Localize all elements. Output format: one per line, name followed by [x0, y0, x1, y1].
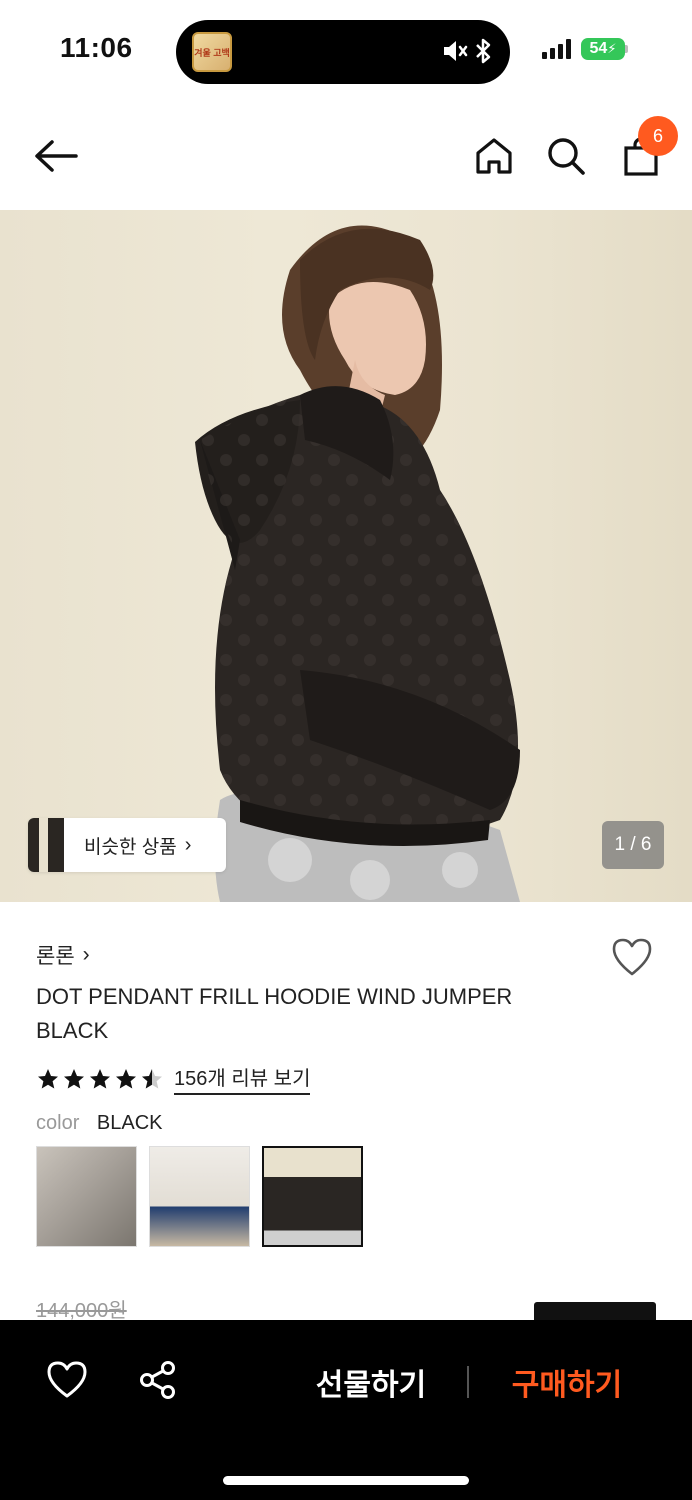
bottom-action-bar: 선물하기 구매하기 [0, 1320, 692, 1500]
chevron-right-icon: › [82, 943, 90, 966]
cart-count-badge: 6 [638, 116, 678, 156]
arrow-left-icon[interactable] [30, 136, 82, 176]
speaker-icon [444, 41, 468, 61]
color-swatch-white[interactable] [149, 1146, 250, 1247]
product-image-carousel[interactable]: 비슷한 상품 › 1 / 6 [0, 210, 692, 902]
similar-products-label: 비슷한 상품 [84, 836, 177, 858]
heart-icon[interactable] [610, 936, 654, 978]
battery-level: 54 [589, 40, 608, 57]
brand-link[interactable]: 론론 › [36, 940, 90, 970]
color-label: color [36, 1112, 80, 1134]
dynamic-island[interactable]: 겨울 고백 [176, 20, 510, 84]
color-swatches [36, 1146, 363, 1247]
color-swatch-black[interactable] [262, 1146, 363, 1247]
cellular-signal-icon [542, 39, 571, 59]
similar-products-thumbnail [28, 818, 64, 872]
star-rating [36, 1067, 164, 1091]
chevron-right-icon: › [184, 833, 192, 856]
divider [467, 1366, 469, 1398]
share-icon[interactable] [138, 1360, 178, 1400]
bluetooth-icon [476, 38, 491, 64]
star-icon [64, 1068, 84, 1088]
search-icon[interactable] [544, 134, 588, 178]
product-photo [195, 225, 520, 902]
rating-row: 156개 리뷰 보기 [36, 1062, 311, 1095]
star-icon [38, 1068, 58, 1088]
color-swatch-gray[interactable] [36, 1146, 137, 1247]
color-option-row: color BLACK [36, 1112, 163, 1135]
home-icon[interactable] [472, 134, 516, 178]
gift-button[interactable]: 선물하기 [296, 1356, 446, 1408]
reviews-link[interactable]: 156개 리뷰 보기 [174, 1062, 311, 1095]
island-icons [442, 38, 492, 64]
coupon-button-partial[interactable] [534, 1302, 656, 1322]
battery-icon: 54 ⚡ [581, 38, 625, 60]
half-star-icon [142, 1068, 162, 1088]
top-navigation: 6 [0, 100, 692, 210]
similar-products-button[interactable]: 비슷한 상품 › [28, 818, 226, 872]
image-counter: 1 / 6 [602, 821, 664, 869]
buy-button[interactable]: 구매하기 [492, 1356, 642, 1408]
brand-name: 론론 [36, 945, 75, 968]
star-icon [116, 1068, 136, 1088]
product-title: DOT PENDANT FRILL HOODIE WIND JUMPER BLA… [36, 984, 513, 1043]
status-time: 11:06 [60, 32, 133, 63]
status-indicators: 54 ⚡ [542, 38, 628, 60]
original-price: 144,000원 [36, 1300, 127, 1322]
status-bar: 11:06 겨울 고백 54 ⚡ [0, 0, 692, 100]
heart-icon[interactable] [46, 1360, 88, 1400]
now-playing-thumbnail: 겨울 고백 [192, 32, 232, 72]
color-value: BLACK [96, 1112, 163, 1134]
star-icon [90, 1068, 110, 1088]
home-indicator[interactable] [223, 1476, 469, 1485]
